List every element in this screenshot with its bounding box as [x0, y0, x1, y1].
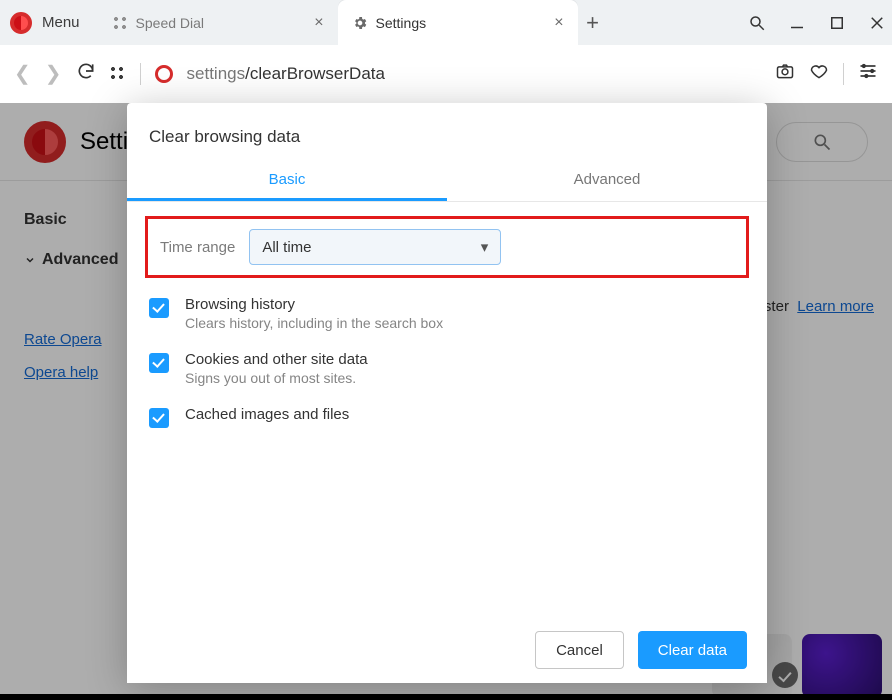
titlebar: Menu Speed Dial × Settings × +	[0, 0, 892, 45]
dialog-tab-advanced[interactable]: Advanced	[447, 159, 767, 201]
time-range-row: Time range All time ▾	[145, 216, 749, 278]
close-icon[interactable]: ×	[314, 15, 323, 31]
divider	[843, 63, 844, 85]
tab-settings[interactable]: Settings ×	[338, 0, 578, 45]
address-bar[interactable]: settings/clearBrowserData	[187, 64, 385, 84]
time-range-label: Time range	[160, 239, 235, 256]
option-sub: Signs you out of most sites.	[185, 370, 368, 386]
tab-speed-dial[interactable]: Speed Dial ×	[98, 0, 338, 45]
option-cache[interactable]: Cached images and files	[149, 406, 745, 428]
checkbox-checked-icon[interactable]	[149, 353, 169, 373]
time-range-value: All time	[262, 239, 311, 256]
heart-icon[interactable]	[809, 61, 829, 86]
tab-label: Settings	[376, 15, 427, 31]
option-sub: Clears history, including in the search …	[185, 315, 443, 331]
bottom-strip	[0, 694, 892, 700]
cancel-button[interactable]: Cancel	[535, 631, 624, 669]
snapshot-icon[interactable]	[775, 61, 795, 86]
dialog-tab-basic[interactable]: Basic	[127, 159, 447, 201]
option-cookies[interactable]: Cookies and other site data Signs you ou…	[149, 351, 745, 386]
checkbox-checked-icon[interactable]	[149, 408, 169, 428]
option-title: Browsing history	[185, 296, 443, 313]
checkbox-checked-icon[interactable]	[149, 298, 169, 318]
reload-button[interactable]	[76, 61, 96, 86]
maximize-icon[interactable]	[828, 14, 846, 32]
address-path: /clearBrowserData	[245, 64, 385, 83]
forward-button[interactable]: ❯	[45, 64, 62, 84]
easy-setup-button[interactable]	[858, 61, 878, 86]
close-icon[interactable]	[868, 14, 886, 32]
minimize-icon[interactable]	[788, 14, 806, 32]
chevron-down-icon: ▾	[481, 238, 489, 256]
address-host: settings	[187, 64, 246, 83]
tab-label: Speed Dial	[136, 15, 205, 31]
new-tab-button[interactable]: +	[578, 0, 608, 45]
dialog-title: Clear browsing data	[127, 103, 767, 159]
search-icon[interactable]	[748, 14, 766, 32]
tab-strip: Speed Dial × Settings × +	[98, 0, 608, 45]
close-icon[interactable]: ×	[554, 15, 563, 31]
option-browsing-history[interactable]: Browsing history Clears history, includi…	[149, 296, 745, 331]
gear-icon	[352, 15, 368, 31]
time-range-select[interactable]: All time ▾	[249, 229, 501, 265]
opera-url-icon	[155, 65, 173, 83]
opera-logo-icon[interactable]	[10, 12, 32, 34]
clear-browsing-data-dialog: Clear browsing data Basic Advanced Time …	[127, 103, 767, 683]
menu-button[interactable]: Menu	[42, 14, 80, 31]
toolbar: ❮ ❯ settings/clearBrowserData	[0, 45, 892, 103]
option-title: Cached images and files	[185, 406, 349, 423]
back-button[interactable]: ❮	[14, 64, 31, 84]
easy-setup-icon[interactable]	[110, 66, 126, 82]
divider	[140, 63, 141, 85]
option-title: Cookies and other site data	[185, 351, 368, 368]
clear-data-button[interactable]: Clear data	[638, 631, 747, 669]
speed-dial-icon	[112, 15, 128, 31]
